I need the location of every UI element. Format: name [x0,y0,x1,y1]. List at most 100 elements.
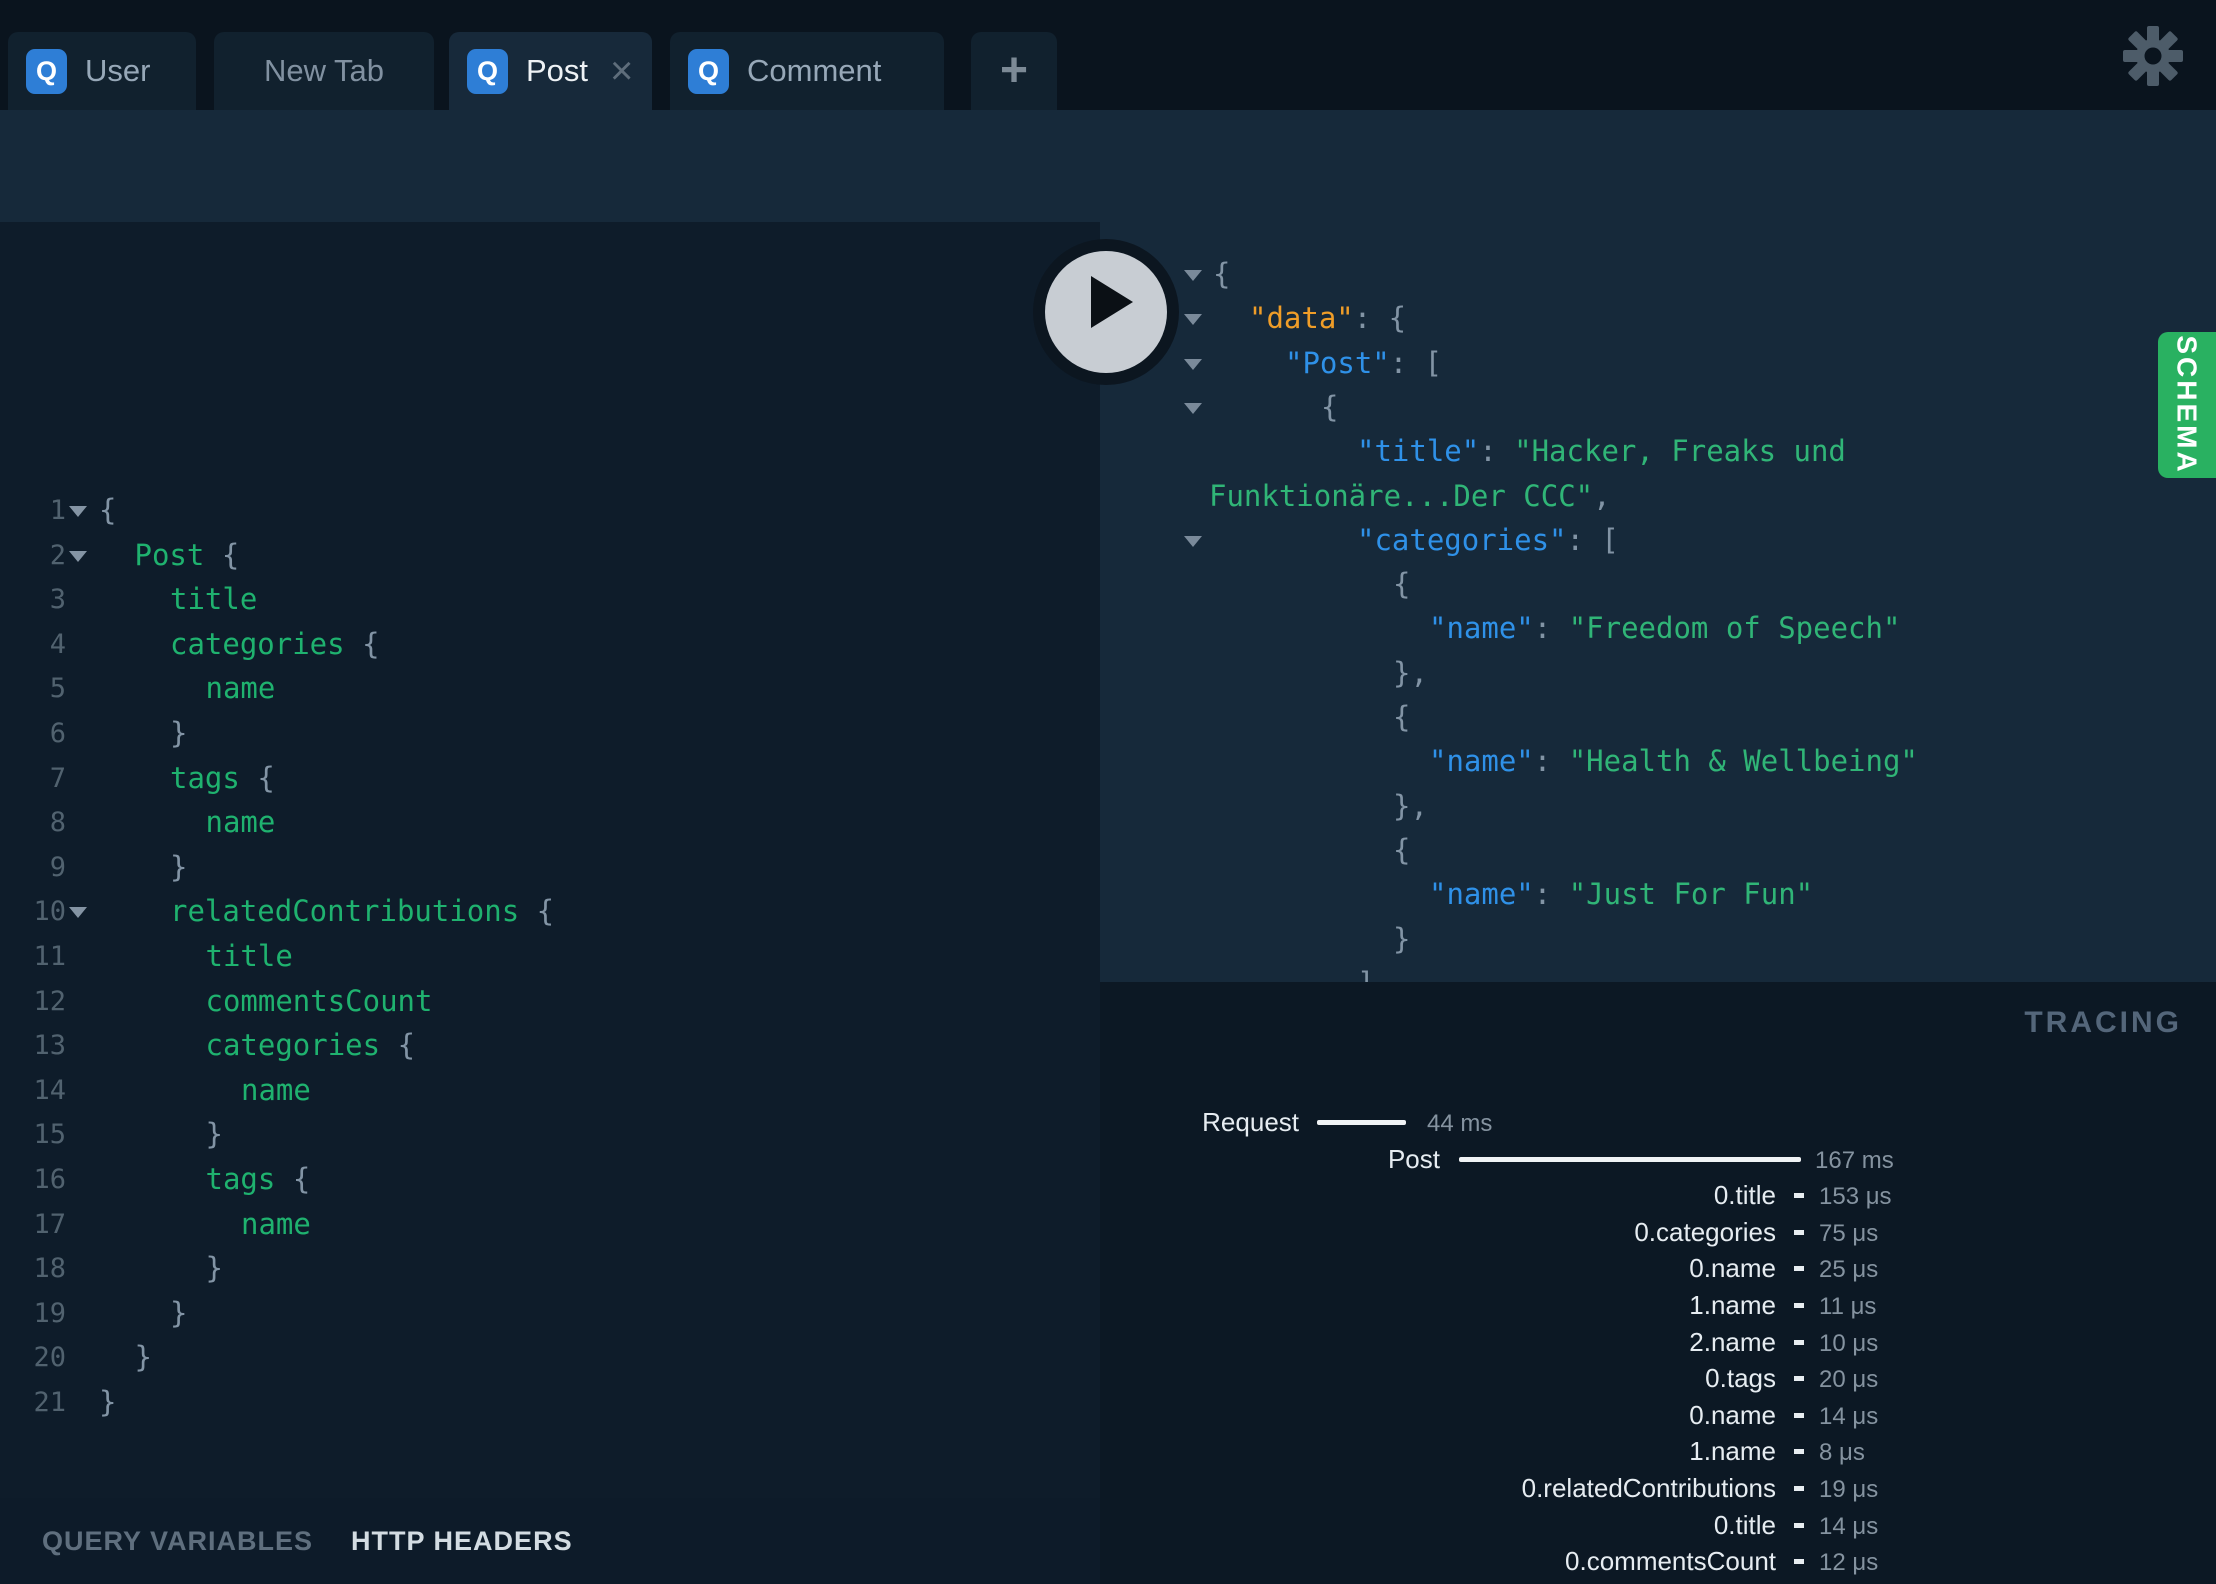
code-token: : [1479,434,1515,469]
tracing-row: Post 167 ms [1100,1143,2216,1175]
editor-line: 14 name [0,1068,1100,1113]
execute-query-button[interactable] [1033,239,1179,385]
tracing-time-value: 12 μs [1819,1549,1879,1577]
tracing-duration-dash [1794,1303,1804,1308]
tracing-field-label: 0.categories [1634,1216,1776,1247]
tracing-field-label: 1.name [1689,1436,1776,1467]
tracing-time-value: 153 μs [1819,1183,1892,1211]
code-token: : [ [1389,345,1443,380]
response-line: { [1100,828,2216,873]
tracing-field-label: 0.relatedContributions [1521,1473,1776,1503]
tracing-duration-dash [1794,1559,1804,1565]
code-text: "data": { [1249,296,1406,341]
schema-side-tab[interactable]: SCHEMA [2158,332,2216,478]
editor-line: 16 tags { [0,1157,1100,1202]
response-line: { [1100,385,2216,430]
code-token: } [205,1117,223,1152]
code-token: : { [1353,301,1407,336]
fold-arrow-icon[interactable] [1184,314,1202,326]
code-token: title [205,939,293,973]
plus-icon: + [999,44,1029,97]
code-token: { [99,493,117,527]
editor-line: 5 name [0,666,1100,711]
tracing-row: 0.relatedContributions 19 μs [1100,1472,2216,1504]
code-text: } [170,1291,187,1336]
line-number: 8 [49,807,66,839]
fold-arrow-icon[interactable] [69,506,87,517]
tab-post[interactable]: Q Post × [449,32,652,110]
line-number: 3 [49,584,66,616]
tracing-field-label: 0.title [1713,1509,1776,1540]
tab-label: User [85,53,151,88]
code-token: "name" [1429,744,1534,779]
new-tab-button[interactable]: + [971,32,1057,110]
tracing-row: 0.name 14 μs [1100,1399,2216,1431]
tracing-time-value: 75 μs [1819,1219,1879,1247]
query-editor[interactable]: 1{2 Post {3 title 4 categories {5 name 6} 7 tags… [0,222,1100,1498]
code-token: : [1533,877,1569,912]
response-line: { [1100,695,2216,740]
fold-arrow-icon[interactable] [1184,402,1202,414]
code-text: commentsCount [206,979,433,1024]
fold-arrow-icon[interactable] [1184,270,1202,281]
fold-arrow-icon[interactable] [69,907,87,919]
tracing-duration-dash [1794,1449,1804,1455]
editor-line: 11 title [0,934,1100,979]
code-text: } [135,1335,152,1380]
line-number: 17 [33,1208,66,1240]
editor-line: 4 categories { [0,622,1100,667]
editor-line: 20} [0,1335,1100,1380]
tracing-row: 0.title 153 μs [1100,1179,2216,1211]
code-token: }, [1393,655,1428,690]
code-token: { [397,1028,416,1063]
line-number: 12 [33,985,66,1017]
line-number: 9 [49,851,66,883]
http-headers-tab[interactable]: HTTP HEADERS [351,1526,573,1557]
schema-tab-label: SCHEMA [2172,335,2203,475]
response-line: "name": "Freedom of Speech" [1100,606,2216,651]
tracing-field-label: 0.name [1689,1253,1776,1284]
tab-new-tab[interactable]: New Tab [214,32,434,110]
code-token: tags [170,760,258,795]
code-text: "Post": [ [1285,341,1442,386]
tracing-duration-dash [1794,1339,1804,1345]
tab-comment[interactable]: Q Comment [670,32,944,110]
response-line: { [1100,252,2216,297]
tracing-row: 0.title 14 μs [1100,1509,2216,1541]
line-number: 11 [33,941,66,972]
tracing-row: Request 44 ms [1100,1106,2216,1138]
response-line: } [1100,917,2216,962]
code-text: { [99,488,116,533]
code-token: } [205,1251,223,1286]
response-line: ] [1100,961,2216,982]
editor-line: 2 Post { [0,533,1100,578]
code-token: "Post" [1285,345,1390,380]
tracing-row: 0.name 25 μs [1100,1252,2216,1284]
tracing-duration-dash [1794,1412,1804,1418]
code-token: , [1593,478,1611,513]
code-token: Funktionäre...Der CCC" [1209,478,1594,513]
code-token: commentsCount [205,983,433,1018]
code-text: name [206,666,276,711]
editor-line: 17 name [0,1202,1100,1247]
tracing-row: 1.name 11 μs [1100,1289,2216,1321]
query-variables-tab[interactable]: QUERY VARIABLES [42,1526,313,1557]
fold-arrow-icon[interactable] [1184,358,1202,370]
tracing-time-value: 10 μs [1819,1329,1879,1357]
tab-user[interactable]: Q User [8,32,196,110]
code-token: { [1393,700,1411,734]
editor-line: 6} [0,711,1100,756]
settings-gear-icon[interactable] [2121,24,2185,88]
close-tab-icon[interactable]: × [610,51,633,91]
code-text: "categories": [ [1357,518,1619,563]
line-number: 5 [49,673,66,705]
code-text: }, [1393,784,1428,829]
tracing-field-label: Post [1387,1143,1440,1174]
fold-arrow-icon[interactable] [69,550,87,562]
line-number: 2 [49,539,66,571]
tracing-time-value: 14 μs [1819,1512,1879,1540]
fold-arrow-icon[interactable] [1184,535,1202,547]
line-number: 4 [49,628,66,660]
editor-line: 13 categories { [0,1023,1100,1068]
tracing-time-value: 14 μs [1819,1402,1879,1430]
